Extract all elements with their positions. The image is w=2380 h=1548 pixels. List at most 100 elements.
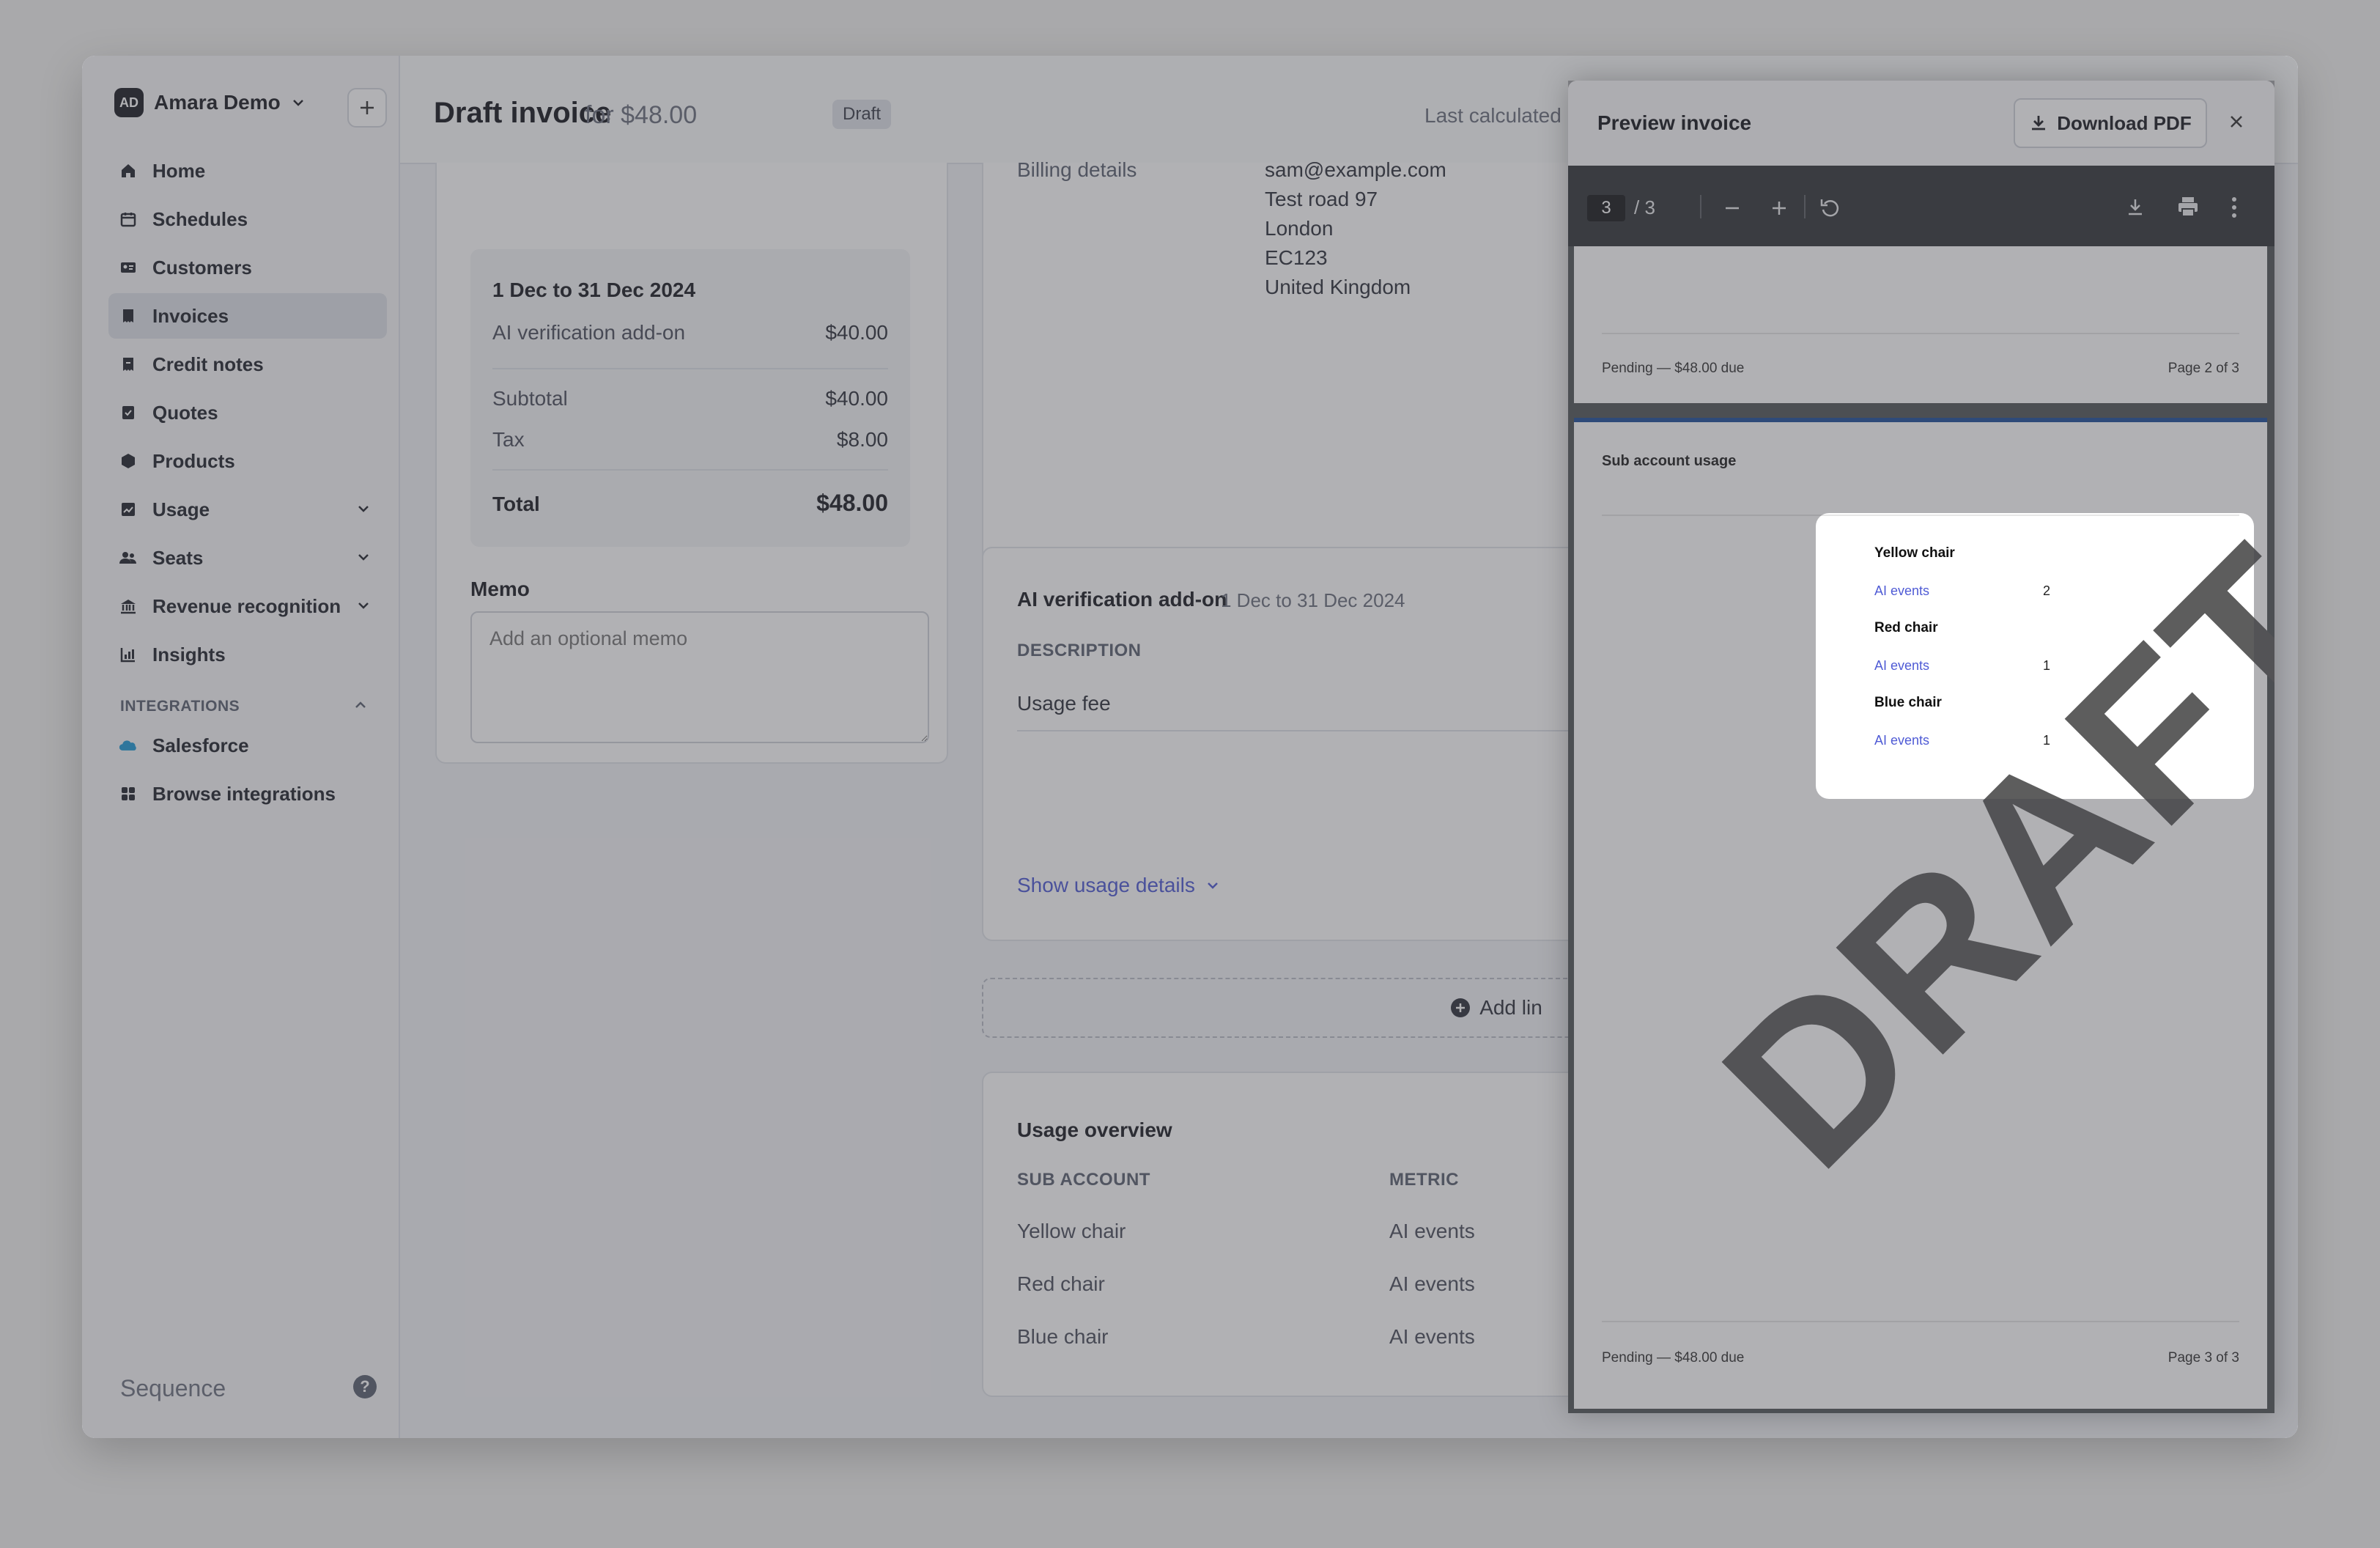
sidebar-item-credit-notes[interactable]: Credit notes [108,342,387,387]
sidebar-item-revenue-recognition[interactable]: Revenue recognition [108,583,387,629]
preview-invoice-panel: Preview invoice Download PDF 3 / 3 Pendi… [1568,81,2274,1413]
tax-label: Tax [492,428,525,451]
divider [492,368,888,369]
totals-box: 1 Dec to 31 Dec 2024 AI verification add… [470,249,910,547]
line-item-title: AI verification add-on [1017,588,1227,611]
usage-account-name: Red chair [1874,620,1938,635]
credit-note-icon [119,355,138,374]
sidebar-item-customers[interactable]: Customers [108,245,387,290]
sidebar-item-label: Usage [152,498,210,520]
zoom-in-icon[interactable] [1769,198,1789,218]
usage-metric: AI events [1874,733,1930,748]
sidebar-item-invoices[interactable]: Invoices [108,293,387,339]
sidebar-item-label: Quotes [152,401,218,424]
chevron-up-icon[interactable] [353,698,368,712]
brand-logo: Sequence [120,1375,226,1401]
usage-metric: AI events [1874,583,1930,598]
usage-value: 2 [2043,583,2051,598]
page-footer-number: Page 3 of 3 [2168,1350,2239,1365]
usage-overview-title: Usage overview [1017,1118,1172,1141]
download-pdf-button[interactable]: Download PDF [2014,98,2207,148]
print-icon[interactable] [2176,195,2200,218]
description-value[interactable]: Usage fee [1017,692,1111,715]
contact-card-icon [119,258,138,277]
workspace-name: Amara Demo [154,91,281,114]
sidebar-item-label: Salesforce [152,734,249,756]
column-header-metric: METRIC [1389,1170,1459,1190]
line-item-name: AI verification add-on [492,321,686,344]
download-icon[interactable] [2125,196,2146,217]
invoice-amount: for $48.00 [585,101,698,129]
add-line-label: Add lin [1479,996,1542,1019]
workspace-switcher[interactable]: AD Amara Demo [114,88,306,117]
sidebar-item-label: Invoices [152,304,229,327]
pdf-viewer[interactable]: Pending — $48.00 due Page 2 of 3 Sub acc… [1568,246,2274,1413]
sidebar-item-label: Credit notes [152,353,264,375]
sidebar-item-schedules[interactable]: Schedules [108,196,387,242]
zoom-out-icon[interactable] [1722,198,1742,218]
page-number-input[interactable]: 3 [1587,195,1625,221]
memo-label: Memo [470,578,530,600]
total-value: $48.00 [816,490,888,516]
table-cell-metric: AI events [1389,1220,1475,1242]
address-line: London [1265,217,1334,240]
plus-icon [361,101,374,114]
draft-watermark: DRAFT [1677,501,2274,1213]
memo-input[interactable] [470,611,929,743]
line-item-amount: $40.00 [825,321,888,344]
sidebar-item-usage[interactable]: Usage [108,487,387,532]
sidebar-item-quotes[interactable]: Quotes [108,390,387,435]
usage-metric: AI events [1874,658,1930,673]
chevron-down-icon [358,506,369,512]
pdf-toolbar: 3 / 3 [1568,166,2274,246]
divider [1804,195,1806,218]
plus-circle-icon [1451,998,1471,1017]
home-icon [119,161,138,180]
calendar-icon [119,210,138,229]
pdf-page-2: Pending — $48.00 due Page 2 of 3 [1574,246,2267,403]
preview-title: Preview invoice [1597,111,1752,134]
sidebar-item-label: Customers [152,256,252,279]
grid-icon [119,784,138,803]
table-cell-sub-account: Blue chair [1017,1325,1109,1348]
usage-account-name: Yellow chair [1874,545,1955,561]
billing-email: sam@example.com [1265,158,1446,181]
sidebar-item-browse-integrations[interactable]: Browse integrations [108,771,387,817]
usage-chart-icon [119,500,138,519]
help-icon[interactable]: ? [353,1375,377,1398]
page-footer-status: Pending — $48.00 due [1602,361,1745,376]
sidebar-item-label: Products [152,449,235,472]
summary-card: 1 Dec to 31 Dec 2024 AI verification add… [435,163,948,764]
download-icon [2032,116,2046,130]
address-line: Test road 97 [1265,188,1378,210]
rotate-icon[interactable] [1819,196,1842,220]
table-cell-sub-account: Yellow chair [1017,1220,1126,1242]
sidebar-item-label: Schedules [152,207,248,230]
billing-details-label: Billing details [1017,158,1137,181]
create-button[interactable] [347,88,387,128]
sidebar-item-seats[interactable]: Seats [108,535,387,580]
divider [1602,515,2239,516]
page-count: / 3 [1634,196,1655,218]
last-calculated: Last calculated [1424,104,1562,127]
download-pdf-label: Download PDF [2057,111,2192,134]
sidebar-item-salesforce[interactable]: Salesforce [108,723,387,768]
show-usage-details-link[interactable]: Show usage details [1017,874,1220,897]
integrations-heading: INTEGRATIONS [120,698,240,715]
pdf-page-3: Sub account usage Yellow chair AI events… [1574,418,2274,1409]
sidebar-item-label: Home [152,159,206,182]
chevron-down-icon [358,554,369,561]
divider [1700,195,1701,218]
sidebar-item-label: Seats [152,546,204,569]
chevron-down-icon [1207,882,1218,889]
status-badge: Draft [832,100,892,129]
close-icon[interactable] [2222,107,2251,136]
more-options-icon[interactable] [2231,196,2238,218]
sidebar-item-home[interactable]: Home [108,148,387,194]
chevron-down-icon [292,100,303,106]
invoice-icon [119,306,138,325]
page-footer-status: Pending — $48.00 due [1602,1350,1745,1365]
sidebar-item-insights[interactable]: Insights [108,632,387,677]
tax-value: $8.00 [836,428,888,451]
sidebar-item-products[interactable]: Products [108,438,387,484]
